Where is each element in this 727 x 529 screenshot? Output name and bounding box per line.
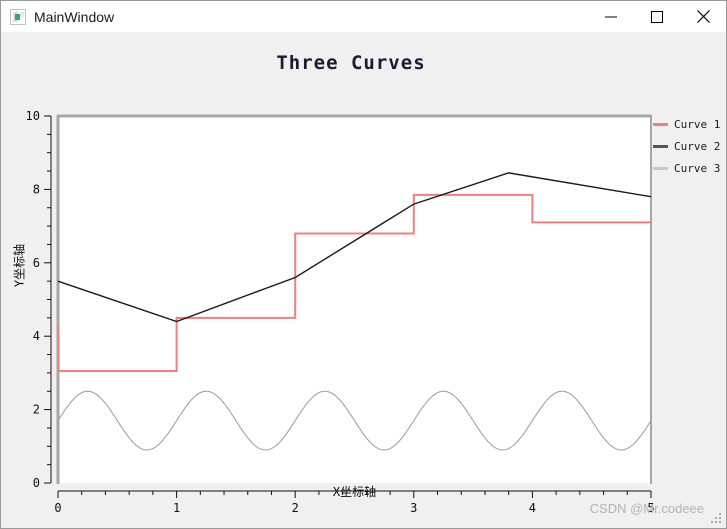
x-tick-label: 0 <box>54 501 61 515</box>
close-icon <box>696 10 710 23</box>
window-title: MainWindow <box>34 8 115 25</box>
plot-widget[interactable]: Three Curves 0 2 4 6 8 10 012345 Y坐标轴 X坐标轴 Cu… <box>1 35 726 525</box>
window-controls <box>588 1 726 32</box>
y-tick-label: 8 <box>33 182 40 196</box>
y-tick-label: 2 <box>33 403 40 417</box>
main-window: MainWindow Three Curves 0 2 4 6 8 10 0 1… <box>0 0 727 529</box>
x-axis-label: X坐标轴 <box>332 485 377 499</box>
resize-grip[interactable] <box>711 513 723 525</box>
close-button[interactable] <box>680 1 726 32</box>
legend-swatch-curve-2 <box>653 144 668 148</box>
maximize-icon <box>651 10 663 23</box>
minimize-button[interactable] <box>588 1 634 32</box>
legend-swatch-curve-1 <box>653 122 668 126</box>
y-tick-label: 6 <box>33 256 40 270</box>
watermark-text: CSDN @Mr.codeee <box>589 501 704 516</box>
title-bar: MainWindow <box>1 1 726 32</box>
maximize-button[interactable] <box>634 1 680 32</box>
minimize-icon <box>605 16 617 17</box>
y-axis-label: Y坐标轴 <box>12 243 27 288</box>
x-tick-label: 4 <box>529 501 536 515</box>
legend-item-curve-1[interactable]: Curve 1 <box>653 113 726 135</box>
legend-item-curve-2[interactable]: Curve 2 <box>653 135 726 157</box>
y-axis: 0 2 4 6 8 10 <box>26 109 52 490</box>
client-area: Three Curves 0 2 4 6 8 10 012345 Y坐标轴 X坐标轴 Cu… <box>1 32 726 528</box>
y-tick-label: 4 <box>33 329 40 343</box>
legend-swatch-curve-3 <box>653 166 668 170</box>
x-tick-label: 2 <box>292 501 299 515</box>
legend-label-curve-1: Curve 1 <box>674 117 721 131</box>
legend-label-curve-2: Curve 2 <box>674 139 721 153</box>
chart-legend: Curve 1 Curve 2 Curve 3 <box>653 113 726 179</box>
plot-canvas: 0246810 012345 <box>26 109 655 515</box>
x-tick-label: 1 <box>173 501 180 515</box>
x-tick-label: 3 <box>410 501 417 515</box>
app-window-icon <box>10 8 26 25</box>
app-icon-shape-right <box>20 11 24 17</box>
y-tick-label: 10 <box>26 109 40 123</box>
y-tick-label: 0 <box>33 476 40 490</box>
legend-item-curve-3[interactable]: Curve 3 <box>653 157 726 179</box>
legend-label-curve-3: Curve 3 <box>674 161 721 175</box>
plot-background <box>58 116 651 483</box>
